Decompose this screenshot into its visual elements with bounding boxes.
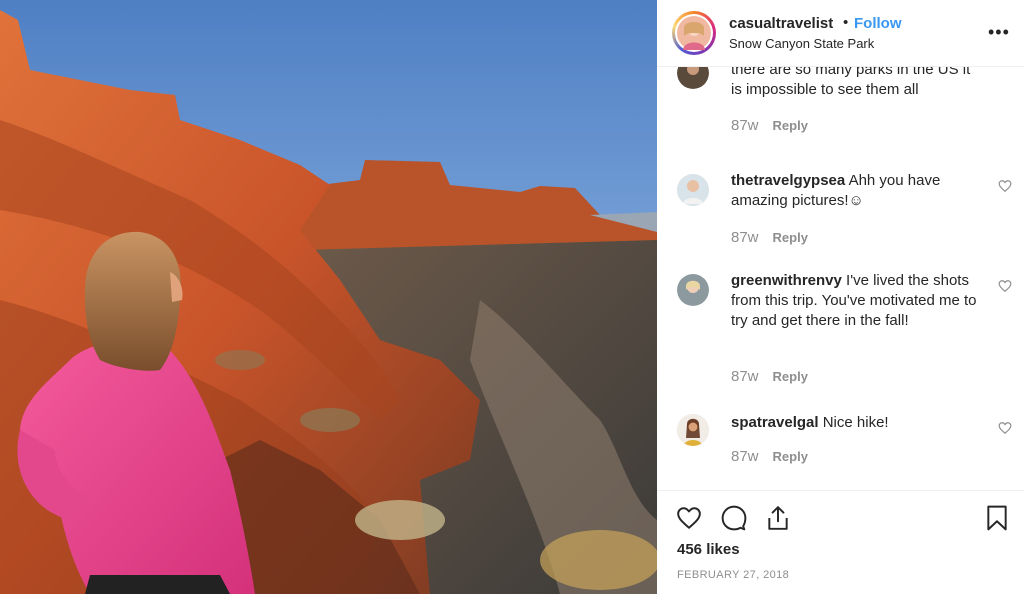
reply-button[interactable]: Reply <box>773 118 808 133</box>
reply-button[interactable]: Reply <box>773 230 808 245</box>
user-avatar-icon <box>677 67 709 89</box>
avatar[interactable] <box>677 67 709 89</box>
post-actions: 456 likes FEBRUARY 27, 2018 <box>657 490 1024 595</box>
heart-icon[interactable] <box>998 279 1012 293</box>
comment-text: greenwithrenvy I've lived the shots from… <box>731 271 981 331</box>
profile-photo-icon <box>677 16 711 50</box>
avatar[interactable] <box>677 414 709 446</box>
user-avatar-icon <box>677 174 709 206</box>
comment-body: Nice hike! <box>822 414 889 431</box>
canyon-hiker-image <box>0 0 657 594</box>
post-details-panel: casualtravelist • Follow Snow Canyon Sta… <box>657 0 1024 594</box>
comments-list[interactable]: there are so many parks in the US it is … <box>657 67 1024 490</box>
comment-text: there are so many parks in the US it is … <box>731 67 981 100</box>
post-header: casualtravelist • Follow Snow Canyon Sta… <box>657 0 1024 67</box>
reply-button[interactable]: Reply <box>773 449 808 464</box>
profile-avatar-ring[interactable] <box>672 11 716 55</box>
avatar[interactable] <box>677 174 709 206</box>
heart-icon[interactable] <box>998 421 1012 435</box>
comment-age: 87w <box>731 368 759 385</box>
comment-meta: 87w Reply <box>731 368 808 385</box>
comment-username[interactable]: spatravelgal <box>731 414 819 431</box>
avatar[interactable] <box>675 14 713 52</box>
likes-count[interactable]: 456 likes <box>677 541 740 558</box>
separator-dot: • <box>843 14 849 31</box>
comment-meta: 87w Reply <box>731 117 808 134</box>
avatar[interactable] <box>677 274 709 306</box>
comment-bubble-icon[interactable] <box>721 505 747 531</box>
bookmark-icon[interactable] <box>986 505 1008 531</box>
share-icon[interactable] <box>765 505 791 531</box>
post-date: FEBRUARY 27, 2018 <box>677 569 790 581</box>
comment-age: 87w <box>731 229 759 246</box>
post-username[interactable]: casualtravelist <box>729 15 833 32</box>
post-photo[interactable] <box>0 0 657 594</box>
user-avatar-icon <box>677 274 709 306</box>
post-location[interactable]: Snow Canyon State Park <box>729 36 874 51</box>
comment-username[interactable]: thetravelgypsea <box>731 172 845 189</box>
comment-age: 87w <box>731 117 759 134</box>
follow-button[interactable]: Follow <box>854 15 902 32</box>
user-avatar-icon <box>677 414 709 446</box>
comment-body: there are so many parks in the US it is … <box>731 67 971 98</box>
comment-meta: 87w Reply <box>731 448 808 465</box>
heart-icon[interactable] <box>998 179 1012 193</box>
comment-text: thetravelgypsea Ahh you have amazing pic… <box>731 171 981 211</box>
comment-text: spatravelgal Nice hike! <box>731 413 981 433</box>
comment-meta: 87w Reply <box>731 229 808 246</box>
comment-username[interactable]: greenwithrenvy <box>731 272 842 289</box>
ellipsis-icon[interactable]: ••• <box>988 22 1010 43</box>
like-heart-icon[interactable] <box>675 505 703 531</box>
comment-age: 87w <box>731 448 759 465</box>
reply-button[interactable]: Reply <box>773 369 808 384</box>
